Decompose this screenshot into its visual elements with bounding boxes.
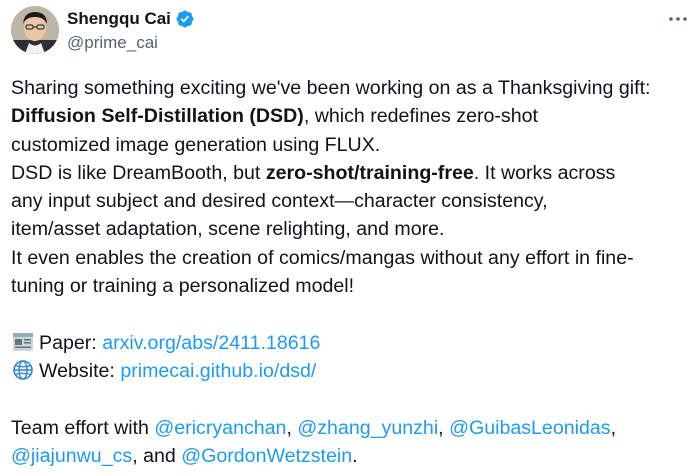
tweet-line: item/asset adaptation, scene relighting,… bbox=[11, 218, 445, 241]
separator: , bbox=[438, 416, 450, 439]
tweet-text: Sharing something exciting we've been wo… bbox=[11, 74, 693, 470]
avatar-image bbox=[11, 6, 59, 54]
paper-label: Paper: bbox=[39, 331, 103, 354]
separator: , and bbox=[132, 444, 182, 467]
paper-line: Paper: arxiv.org/abs/2411.18616 bbox=[11, 329, 693, 357]
website-line: Website: primecai.github.io/dsd/ bbox=[11, 357, 693, 385]
mention-link[interactable]: @zhang_yunzhi bbox=[297, 417, 438, 439]
mention-link[interactable]: @GuibasLeonidas bbox=[449, 417, 611, 439]
tweet-line: DSD is like DreamBooth, but zero-shot/tr… bbox=[11, 159, 693, 187]
website-link[interactable]: primecai.github.io/dsd/ bbox=[120, 360, 316, 382]
bold-text: zero-shot/training-free bbox=[265, 161, 474, 184]
avatar[interactable] bbox=[11, 6, 59, 54]
team-line: @jiajunwu_cs, and @GordonWetzstein. bbox=[11, 442, 693, 470]
author-handle[interactable]: @prime_cai bbox=[67, 33, 195, 53]
newspaper-icon bbox=[13, 332, 33, 351]
tweet-line: any input subject and desired context—ch… bbox=[11, 190, 548, 213]
mention-link[interactable]: @GordonWetzstein bbox=[181, 445, 352, 467]
display-name[interactable]: Shengqu Cai bbox=[67, 9, 171, 29]
separator: , bbox=[286, 416, 298, 439]
tweet-header: Shengqu Cai @prime_cai bbox=[11, 6, 690, 58]
tweet-line: It even enables the creation of comics/m… bbox=[11, 246, 634, 269]
tweet-line: customized image generation using FLUX. bbox=[11, 133, 381, 156]
more-horizontal-icon[interactable] bbox=[666, 9, 690, 29]
text-segment: DSD is like DreamBooth, but bbox=[11, 161, 266, 184]
mention-link[interactable]: @jiajunwu_cs bbox=[11, 445, 132, 467]
website-label: Website: bbox=[39, 359, 121, 382]
text-segment: . It works across bbox=[473, 161, 616, 184]
mention-link[interactable]: @ericryanchan bbox=[154, 417, 286, 439]
paper-link[interactable]: arxiv.org/abs/2411.18616 bbox=[102, 332, 320, 354]
team-line: Team effort with @ericryanchan, @zhang_y… bbox=[11, 414, 693, 442]
verified-badge-icon bbox=[176, 10, 194, 28]
team-label: Team effort with bbox=[11, 416, 155, 439]
separator: . bbox=[352, 444, 358, 467]
text-segment: , which redefines zero-shot bbox=[303, 105, 538, 128]
bold-text: Diffusion Self-Distillation (DSD) bbox=[11, 105, 304, 128]
separator: , bbox=[610, 416, 617, 439]
author-names: Shengqu Cai @prime_cai bbox=[67, 7, 195, 53]
tweet-line: Diffusion Self-Distillation (DSD), which… bbox=[11, 102, 693, 130]
globe-icon bbox=[13, 360, 33, 380]
tweet-line: Sharing something exciting we've been wo… bbox=[11, 77, 651, 99]
tweet-line: tuning or training a personalized model! bbox=[11, 275, 355, 298]
